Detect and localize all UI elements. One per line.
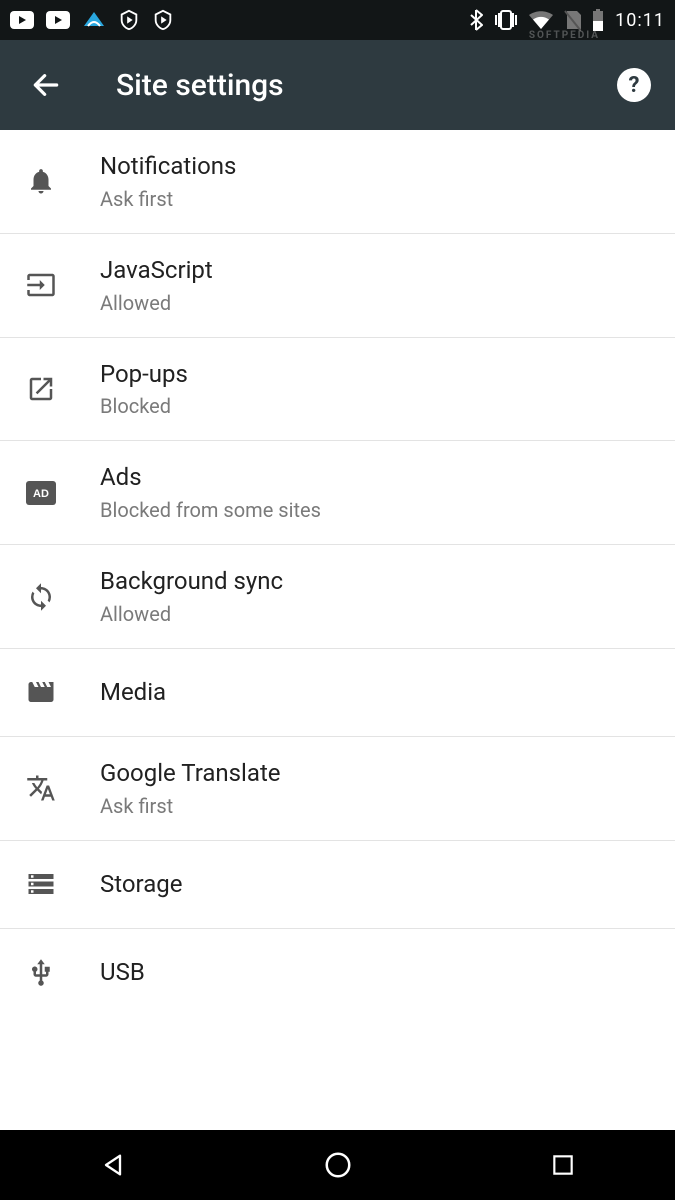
item-label: Pop-ups [100, 360, 655, 389]
youtube-icon [10, 11, 34, 29]
status-left [10, 8, 174, 32]
translate-icon [20, 773, 100, 803]
nav-recents-button[interactable] [533, 1135, 593, 1195]
item-label: Media [100, 678, 655, 707]
bluetooth-icon [469, 9, 483, 31]
page-title: Site settings [116, 68, 284, 103]
item-sub: Allowed [100, 291, 655, 315]
back-button[interactable] [24, 63, 68, 107]
youtube-icon [46, 11, 70, 29]
status-right: 10:11 [469, 9, 665, 31]
item-label: Google Translate [100, 759, 655, 788]
no-sim-icon [563, 9, 581, 31]
status-time: 10:11 [615, 10, 665, 31]
svg-text:AD: AD [33, 488, 49, 500]
usb-icon [20, 958, 100, 988]
storage-icon [20, 869, 100, 899]
settings-list: Notifications Ask first JavaScript Allow… [0, 130, 675, 1017]
sync-icon [20, 582, 100, 612]
settings-item-google-translate[interactable]: Google Translate Ask first [0, 737, 675, 841]
nav-back-button[interactable] [83, 1135, 143, 1195]
settings-item-notifications[interactable]: Notifications Ask first [0, 130, 675, 234]
ad-icon: AD [20, 481, 100, 505]
item-label: USB [100, 958, 655, 987]
play-protect-icon [152, 9, 174, 31]
help-icon: ? [629, 73, 640, 98]
item-sub: Blocked [100, 394, 655, 418]
wifi-icon [529, 11, 553, 29]
item-sub: Allowed [100, 602, 655, 626]
vibrate-icon [493, 9, 519, 31]
item-label: JavaScript [100, 256, 655, 285]
battery-icon [591, 9, 605, 31]
item-sub: Blocked from some sites [100, 498, 655, 522]
settings-item-storage[interactable]: Storage [0, 841, 675, 929]
app-bar: Site settings ? [0, 40, 675, 130]
item-label: Background sync [100, 567, 655, 596]
input-icon [20, 270, 100, 300]
nav-home-button[interactable] [308, 1135, 368, 1195]
settings-item-background-sync[interactable]: Background sync Allowed [0, 545, 675, 649]
item-label: Storage [100, 870, 655, 899]
navigation-bar [0, 1130, 675, 1200]
item-label: Ads [100, 463, 655, 492]
settings-item-ads[interactable]: AD Ads Blocked from some sites [0, 441, 675, 545]
item-label: Notifications [100, 152, 655, 181]
settings-item-media[interactable]: Media [0, 649, 675, 737]
item-sub: Ask first [100, 187, 655, 211]
settings-item-popups[interactable]: Pop-ups Blocked [0, 338, 675, 442]
app-icon [82, 8, 106, 32]
play-protect-icon [118, 9, 140, 31]
movie-icon [20, 677, 100, 707]
open-in-new-icon [20, 374, 100, 404]
bell-icon [20, 166, 100, 196]
settings-item-javascript[interactable]: JavaScript Allowed [0, 234, 675, 338]
settings-item-usb[interactable]: USB [0, 929, 675, 1017]
help-button[interactable]: ? [617, 68, 651, 102]
item-sub: Ask first [100, 794, 655, 818]
